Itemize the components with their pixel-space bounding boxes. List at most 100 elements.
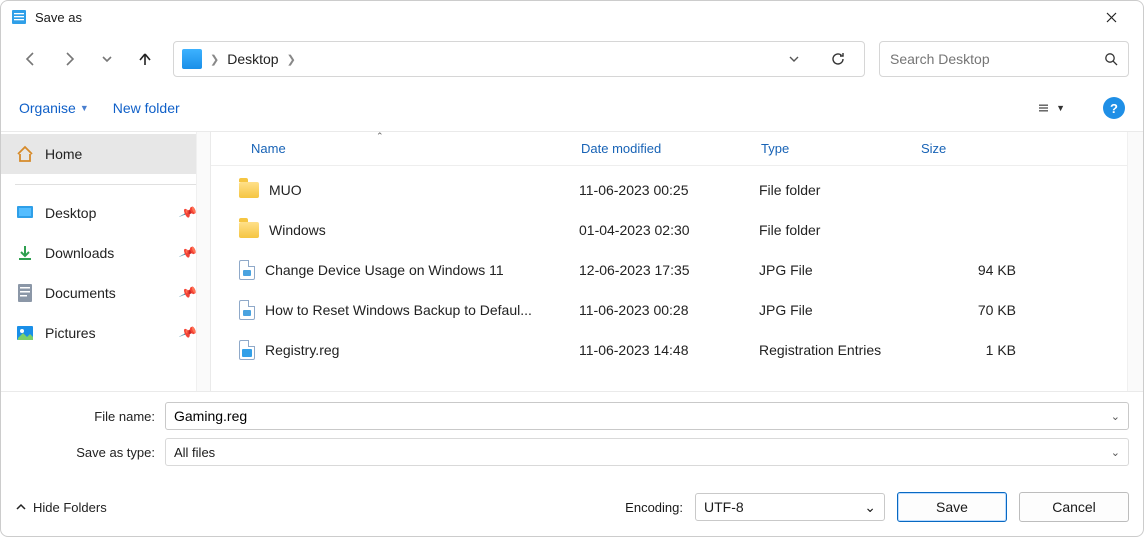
file-list: Name⌃ Date modified Type Size MUO 11-06-2… [211, 132, 1143, 391]
back-button[interactable] [15, 43, 47, 75]
forward-button[interactable] [53, 43, 85, 75]
chevron-right-icon: ❯ [283, 53, 300, 66]
sidebar-item-home[interactable]: Home [1, 134, 210, 174]
nav-row: ❯ Desktop ❯ [1, 33, 1143, 91]
breadcrumb-location[interactable]: Desktop [227, 51, 278, 67]
search-box[interactable] [879, 41, 1129, 77]
location-icon [182, 49, 202, 69]
file-row[interactable]: Change Device Usage on Windows 11 12-06-2… [239, 250, 1143, 290]
savetype-value: All files [174, 445, 215, 460]
file-date: 11-06-2023 00:25 [579, 182, 759, 198]
chevron-right-icon: ❯ [206, 53, 223, 66]
file-row[interactable]: Registry.reg11-06-2023 14:48Registration… [239, 330, 1143, 370]
sidebar-item-downloads[interactable]: Downloads 📌 [1, 233, 210, 273]
file-name: How to Reset Windows Backup to Defaul... [265, 302, 532, 318]
title-bar: Save as [1, 1, 1143, 33]
column-name[interactable]: Name⌃ [251, 141, 581, 156]
sidebar-item-pictures[interactable]: Pictures 📌 [1, 313, 210, 353]
sidebar-item-label: Home [45, 146, 82, 162]
file-date: 11-06-2023 14:48 [579, 342, 759, 358]
sidebar-item-label: Desktop [45, 205, 96, 221]
main-area: Home Desktop 📌 Downloads 📌 Documents 📌 P… [1, 131, 1143, 392]
view-options-button[interactable]: ▼ [1039, 95, 1065, 121]
file-row[interactable]: How to Reset Windows Backup to Defaul...… [239, 290, 1143, 330]
file-row[interactable]: Windows 01-04-2023 02:30File folder [239, 210, 1143, 250]
sidebar-item-label: Pictures [45, 325, 96, 341]
encoding-value: UTF-8 [704, 499, 744, 515]
reg-file-icon [239, 340, 255, 360]
download-icon [15, 243, 35, 263]
sidebar-scrollbar[interactable] [196, 132, 210, 391]
file-date: 11-06-2023 00:28 [579, 302, 759, 318]
file-name: Windows [269, 222, 326, 238]
filename-input[interactable] [174, 408, 1111, 424]
chevron-up-icon [15, 501, 27, 513]
column-headers: Name⌃ Date modified Type Size [211, 132, 1143, 166]
file-size: 1 KB [919, 342, 1024, 358]
window-title: Save as [35, 10, 1089, 25]
file-name: Change Device Usage on Windows 11 [265, 262, 504, 278]
file-type: JPG File [759, 302, 919, 318]
desktop-icon [15, 203, 35, 223]
organise-label: Organise [19, 100, 76, 116]
sidebar-item-desktop[interactable]: Desktop 📌 [1, 193, 210, 233]
folder-icon [239, 222, 259, 238]
up-button[interactable] [129, 43, 161, 75]
save-button[interactable]: Save [897, 492, 1007, 522]
file-row[interactable]: MUO 11-06-2023 00:25File folder [239, 170, 1143, 210]
file-name: MUO [269, 182, 302, 198]
encoding-label: Encoding: [625, 500, 683, 515]
column-type[interactable]: Type [761, 141, 921, 156]
file-type: JPG File [759, 262, 919, 278]
sidebar: Home Desktop 📌 Downloads 📌 Documents 📌 P… [1, 132, 211, 391]
documents-icon [15, 283, 35, 303]
filelist-scrollbar[interactable] [1127, 132, 1143, 391]
caret-down-icon: ▼ [1056, 103, 1065, 113]
file-type: Registration Entries [759, 342, 919, 358]
chevron-down-icon[interactable]: ⌄ [1111, 410, 1120, 423]
file-size: 70 KB [919, 302, 1024, 318]
file-size: 94 KB [919, 262, 1024, 278]
file-date: 12-06-2023 17:35 [579, 262, 759, 278]
search-icon [1104, 52, 1118, 66]
file-type: File folder [759, 222, 919, 238]
refresh-button[interactable] [820, 41, 856, 77]
savetype-field[interactable]: All files ⌄ [165, 438, 1129, 466]
encoding-select[interactable]: UTF-8 ⌄ [695, 493, 885, 521]
filename-label: File name: [15, 409, 155, 424]
chevron-down-icon[interactable]: ⌄ [864, 499, 876, 516]
close-button[interactable] [1089, 2, 1133, 32]
new-folder-label: New folder [113, 100, 180, 116]
help-button[interactable]: ? [1103, 97, 1125, 119]
savetype-label: Save as type: [15, 445, 155, 460]
breadcrumb[interactable]: ❯ Desktop ❯ [173, 41, 865, 77]
breadcrumb-dropdown[interactable] [788, 53, 816, 65]
file-type: File folder [759, 182, 919, 198]
image-file-icon [239, 300, 255, 320]
hide-folders-button[interactable]: Hide Folders [15, 500, 107, 515]
toolbar: Organise ▼ New folder ▼ ? [1, 91, 1143, 131]
recent-locations-button[interactable] [91, 43, 123, 75]
caret-down-icon: ▼ [80, 103, 89, 113]
search-input[interactable] [890, 51, 1080, 67]
sidebar-item-documents[interactable]: Documents 📌 [1, 273, 210, 313]
filename-field[interactable]: ⌄ [165, 402, 1129, 430]
folder-icon [239, 182, 259, 198]
organise-menu[interactable]: Organise ▼ [19, 100, 89, 116]
sidebar-item-label: Downloads [45, 245, 114, 261]
new-folder-button[interactable]: New folder [113, 100, 180, 116]
chevron-down-icon[interactable]: ⌄ [1111, 446, 1120, 459]
sidebar-separator [15, 184, 196, 185]
column-date[interactable]: Date modified [581, 141, 761, 156]
sort-indicator: ⌃ [376, 131, 384, 142]
file-date: 01-04-2023 02:30 [579, 222, 759, 238]
image-file-icon [239, 260, 255, 280]
footer: Hide Folders Encoding: UTF-8 ⌄ Save Canc… [1, 480, 1143, 536]
pictures-icon [15, 323, 35, 343]
app-icon [11, 9, 27, 25]
column-size[interactable]: Size [921, 141, 1041, 156]
cancel-button[interactable]: Cancel [1019, 492, 1129, 522]
home-icon [15, 144, 35, 164]
sidebar-item-label: Documents [45, 285, 116, 301]
save-fields: File name: ⌄ Save as type: All files ⌄ [1, 392, 1143, 480]
